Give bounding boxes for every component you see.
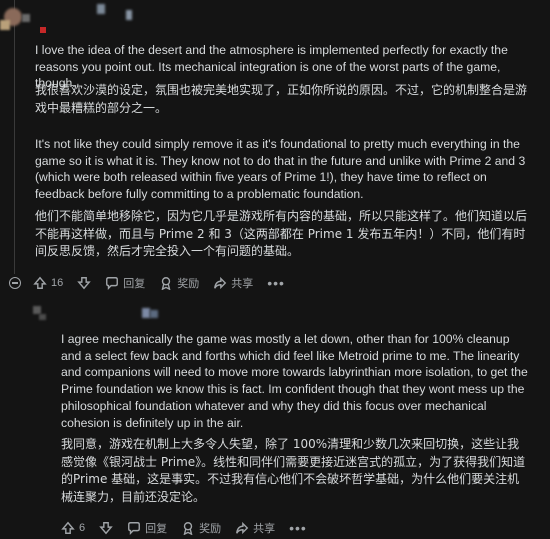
reply-button[interactable]: 回复 [105,275,145,291]
speech-bubble-icon [106,277,119,290]
share-icon [236,521,249,535]
speech-bubble-icon [128,522,141,535]
reply-reply-button[interactable]: 回复 [127,520,167,536]
reply-award-label: 奖励 [199,523,222,535]
more-icon: ••• [289,520,307,536]
collapse-thread-button[interactable] [9,277,21,289]
award-icon [183,522,193,535]
reply-downvote-button[interactable] [99,521,113,535]
reply-award-button[interactable]: 奖励 [181,520,221,536]
comment-text-zh-1: 我很喜欢沙漠的设定，氛围也被完美地实现了，正如你所说的原因。不过，它的机制整合是… [35,83,528,115]
more-options-button[interactable]: ••• [267,275,285,291]
reply-vote-count: 6 [79,522,86,534]
comment-actions: 16 回复 奖励 共享 ••• [9,275,293,291]
share-label: 共享 [231,278,254,290]
reply-label: 回复 [123,278,146,290]
more-icon: ••• [267,275,285,291]
reply-actions: 6 回复 奖励 共享 ••• [61,520,315,536]
reply-text-zh: 我同意，游戏在机制上大多令人失望，除了 100%清理和少数几次来回切换，这些让我… [61,437,526,504]
upvote-icon [33,276,47,289]
reply-reply-label: 回复 [145,523,168,535]
vote-count: 16 [51,277,64,289]
comment-text-zh-2: 他们不能简单地移除它，因为它几乎是游戏所有内容的基础，所以只能这样了。他们知道以… [35,209,528,258]
reply-upvote-button[interactable]: 6 [61,521,85,535]
downvote-icon [99,522,113,535]
award-icon [161,277,171,290]
reply-share-button[interactable]: 共享 [235,520,275,536]
upvote-icon [61,521,75,534]
award-button[interactable]: 奖励 [159,275,199,291]
thread-line[interactable] [14,0,15,274]
share-icon [214,276,227,290]
downvote-icon [77,277,92,290]
share-button[interactable]: 共享 [213,275,253,291]
downvote-button[interactable] [77,276,92,290]
comment-text-en-2: It's not like they could simply remove i… [35,137,526,202]
award-label: 奖励 [177,278,200,290]
upvote-button[interactable]: 16 [33,276,63,290]
reply-share-label: 共享 [253,523,276,535]
reply-more-options-button[interactable]: ••• [289,520,307,536]
reply-text-en: I agree mechanically the game was mostly… [61,332,528,430]
